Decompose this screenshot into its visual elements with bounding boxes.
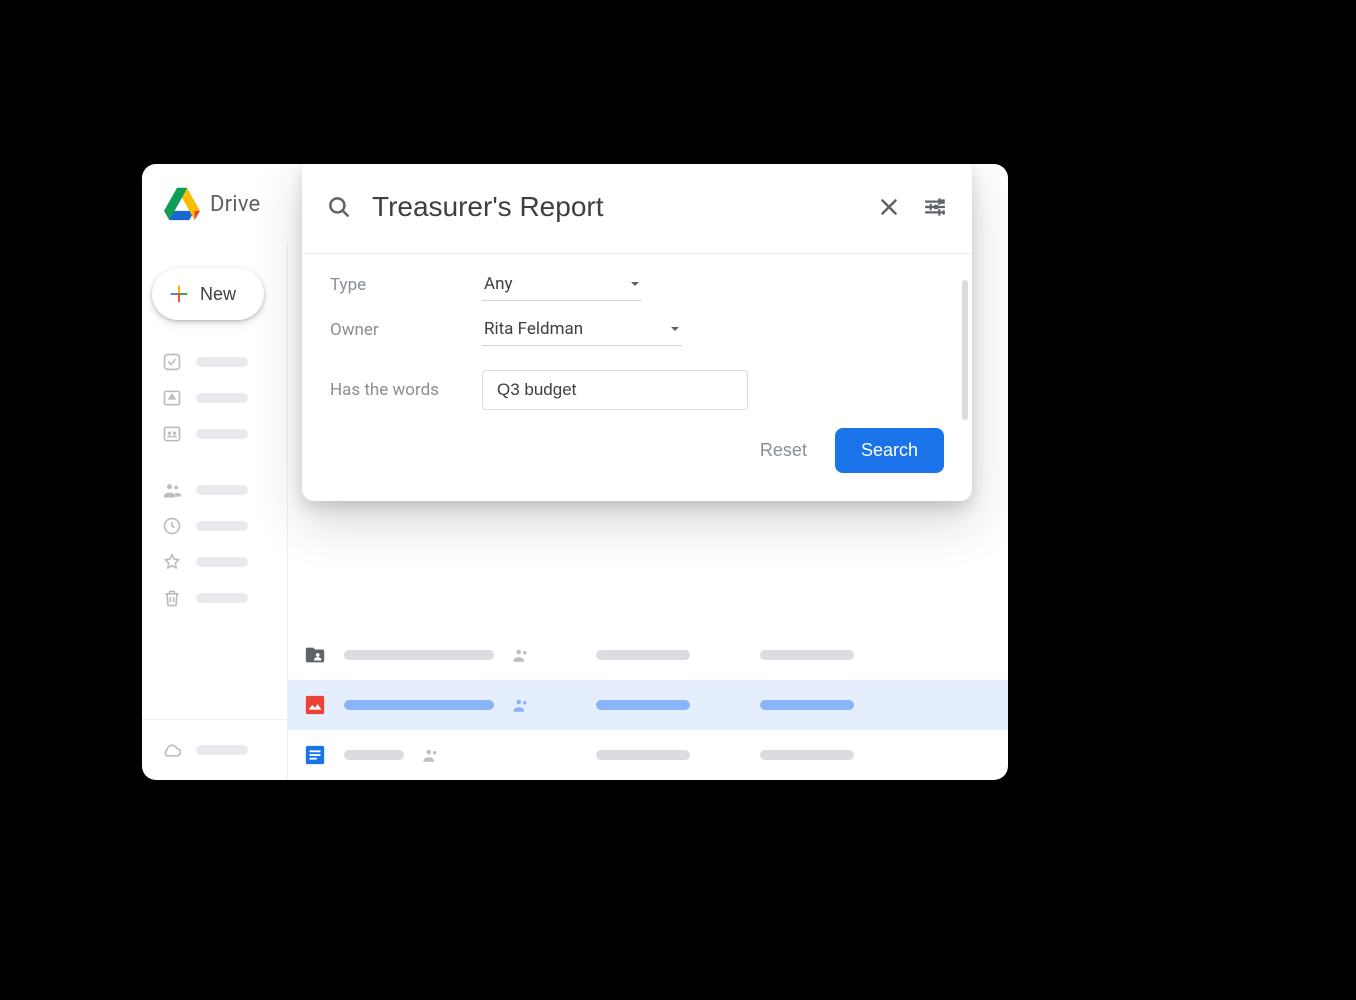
clear-search-button[interactable] xyxy=(876,194,902,220)
search-header xyxy=(302,164,972,254)
sidebar: New xyxy=(142,244,288,780)
drive-logo-icon xyxy=(164,187,200,221)
filter-row-owner: Owner Rita Feldman xyxy=(330,319,944,346)
has-words-input[interactable] xyxy=(482,370,748,410)
search-input[interactable] xyxy=(372,191,856,223)
type-value: Any xyxy=(484,274,513,294)
search-button[interactable]: Search xyxy=(835,428,944,473)
sidebar-item-starred[interactable] xyxy=(162,548,287,576)
col-placeholder xyxy=(760,700,854,710)
type-dropdown[interactable]: Any xyxy=(482,274,642,301)
words-label: Has the words xyxy=(330,380,462,400)
plus-icon xyxy=(168,283,190,305)
advanced-search-panel: Type Any Owner Rita Feldman Has the word… xyxy=(302,164,972,501)
scrollbar[interactable] xyxy=(962,280,968,420)
sidebar-item-mydrive[interactable] xyxy=(162,384,287,412)
col-placeholder xyxy=(596,700,690,710)
sidebar-item-shareddrives[interactable] xyxy=(162,420,287,448)
image-file-icon xyxy=(304,694,326,716)
shared-icon xyxy=(512,646,530,664)
people-icon xyxy=(162,480,182,500)
search-filters: Type Any Owner Rita Feldman Has the word… xyxy=(302,254,972,418)
nav-item-label xyxy=(196,393,248,403)
nav-item-label xyxy=(196,521,248,531)
shared-icon xyxy=(422,746,440,764)
drive-window: Drive New xyxy=(142,164,1008,780)
check-square-icon xyxy=(162,352,182,372)
search-options-icon[interactable] xyxy=(922,194,948,220)
table-row[interactable] xyxy=(288,730,1008,780)
col-placeholder xyxy=(596,750,690,760)
search-icon xyxy=(326,194,352,220)
table-row[interactable] xyxy=(288,630,1008,680)
file-name-placeholder xyxy=(344,750,404,760)
owner-value: Rita Feldman xyxy=(484,319,583,339)
star-icon xyxy=(162,552,182,572)
new-button[interactable]: New xyxy=(152,268,264,320)
shared-drives-icon xyxy=(162,424,182,444)
nav-item-label xyxy=(196,357,248,367)
sidebar-item-shared[interactable] xyxy=(162,476,287,504)
caret-down-icon xyxy=(670,324,680,334)
type-label: Type xyxy=(330,275,462,301)
col-placeholder xyxy=(760,650,854,660)
caret-down-icon xyxy=(630,279,640,289)
table-row[interactable] xyxy=(288,680,1008,730)
shared-icon xyxy=(512,696,530,714)
sidebar-item-recent[interactable] xyxy=(162,512,287,540)
owner-dropdown[interactable]: Rita Feldman xyxy=(482,319,682,346)
file-list xyxy=(288,630,1008,780)
nav-group-priority xyxy=(142,348,287,448)
hdd-icon xyxy=(162,388,182,408)
col-placeholder xyxy=(760,750,854,760)
clock-icon xyxy=(162,516,182,536)
filter-row-words: Has the words xyxy=(330,370,944,410)
nav-item-label xyxy=(196,593,248,603)
cloud-icon xyxy=(162,740,182,760)
nav-item-label xyxy=(196,557,248,567)
file-name-placeholder xyxy=(344,650,494,660)
nav-item-label xyxy=(196,429,248,439)
sidebar-item-trash[interactable] xyxy=(162,584,287,612)
filter-row-type: Type Any xyxy=(330,274,944,301)
trash-icon xyxy=(162,588,182,608)
docs-file-icon xyxy=(304,744,326,766)
col-placeholder xyxy=(596,650,690,660)
app-name: Drive xyxy=(210,192,260,217)
sidebar-item-storage[interactable] xyxy=(142,719,287,780)
new-button-label: New xyxy=(200,284,236,305)
search-actions: Reset Search xyxy=(302,418,972,501)
nav-item-label xyxy=(196,485,248,495)
sidebar-item-priority[interactable] xyxy=(162,348,287,376)
nav-group-secondary xyxy=(142,476,287,612)
folder-shared-icon xyxy=(304,644,326,666)
owner-label: Owner xyxy=(330,320,462,346)
file-name-placeholder xyxy=(344,700,494,710)
reset-button[interactable]: Reset xyxy=(756,432,811,469)
nav-item-label xyxy=(196,745,248,755)
